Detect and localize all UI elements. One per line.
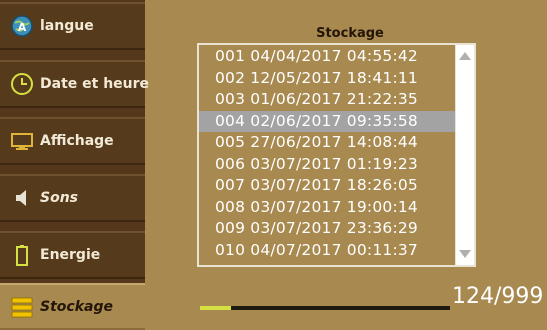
sidebar-item-label: Affichage	[40, 133, 114, 149]
sidebar: A langue Date et heure Affichage Sons En…	[0, 0, 149, 330]
storage-progress-fill	[200, 306, 232, 310]
page-title: Stockage	[316, 26, 384, 41]
sidebar-item-date-et-heure[interactable]: Date et heure	[0, 60, 149, 108]
list-item[interactable]: 010 04/07/2017 00:11:37	[199, 240, 456, 262]
arrow-up-icon	[459, 52, 471, 60]
sidebar-item-label: Date et heure	[40, 76, 150, 92]
sidebar-item-sons[interactable]: Sons	[0, 174, 145, 222]
storage-list[interactable]: 001 04/04/2017 04:55:42 002 12/05/2017 1…	[197, 43, 476, 267]
svg-text:A: A	[18, 21, 27, 34]
storage-counter: 124/999	[452, 284, 544, 309]
list-item-selected[interactable]: 004 02/06/2017 09:35:58	[199, 110, 456, 132]
list-item[interactable]: 002 12/05/2017 18:41:11	[199, 68, 456, 90]
scroll-down-button[interactable]	[456, 245, 474, 263]
sidebar-item-langue[interactable]: A langue	[0, 2, 145, 50]
monitor-icon	[10, 129, 34, 153]
list-item[interactable]: 006 03/07/2017 01:19:23	[199, 154, 456, 176]
sidebar-item-label: Stockage	[40, 298, 113, 315]
list-item[interactable]: 001 04/04/2017 04:55:42	[199, 46, 456, 68]
list-item[interactable]: 007 03/07/2017 18:26:05	[199, 175, 456, 197]
sidebar-item-stockage[interactable]: Stockage	[0, 283, 145, 330]
arrow-down-icon	[459, 250, 471, 258]
list-scrollbar[interactable]	[455, 45, 474, 265]
language-globe-icon: A	[10, 14, 34, 38]
sidebar-item-energie[interactable]: Energie	[0, 231, 145, 279]
sidebar-item-label: Sons	[40, 190, 79, 206]
sidebar-item-affichage[interactable]: Affichage	[0, 117, 145, 165]
list-item[interactable]: 009 03/07/2017 23:36:29	[199, 218, 456, 240]
list-item[interactable]: 003 01/06/2017 21:22:35	[199, 89, 456, 111]
battery-icon	[10, 243, 34, 267]
speaker-icon	[10, 186, 34, 210]
list-item[interactable]: 005 27/06/2017 14:08:44	[199, 132, 456, 154]
sidebar-item-label: langue	[40, 18, 94, 34]
storage-icon	[10, 295, 34, 319]
clock-icon	[10, 72, 34, 96]
list-item[interactable]: 008 03/07/2017 19:00:14	[199, 197, 456, 219]
storage-progress-bar	[200, 306, 450, 310]
sidebar-item-label: Energie	[40, 247, 101, 263]
scroll-up-button[interactable]	[456, 47, 474, 65]
